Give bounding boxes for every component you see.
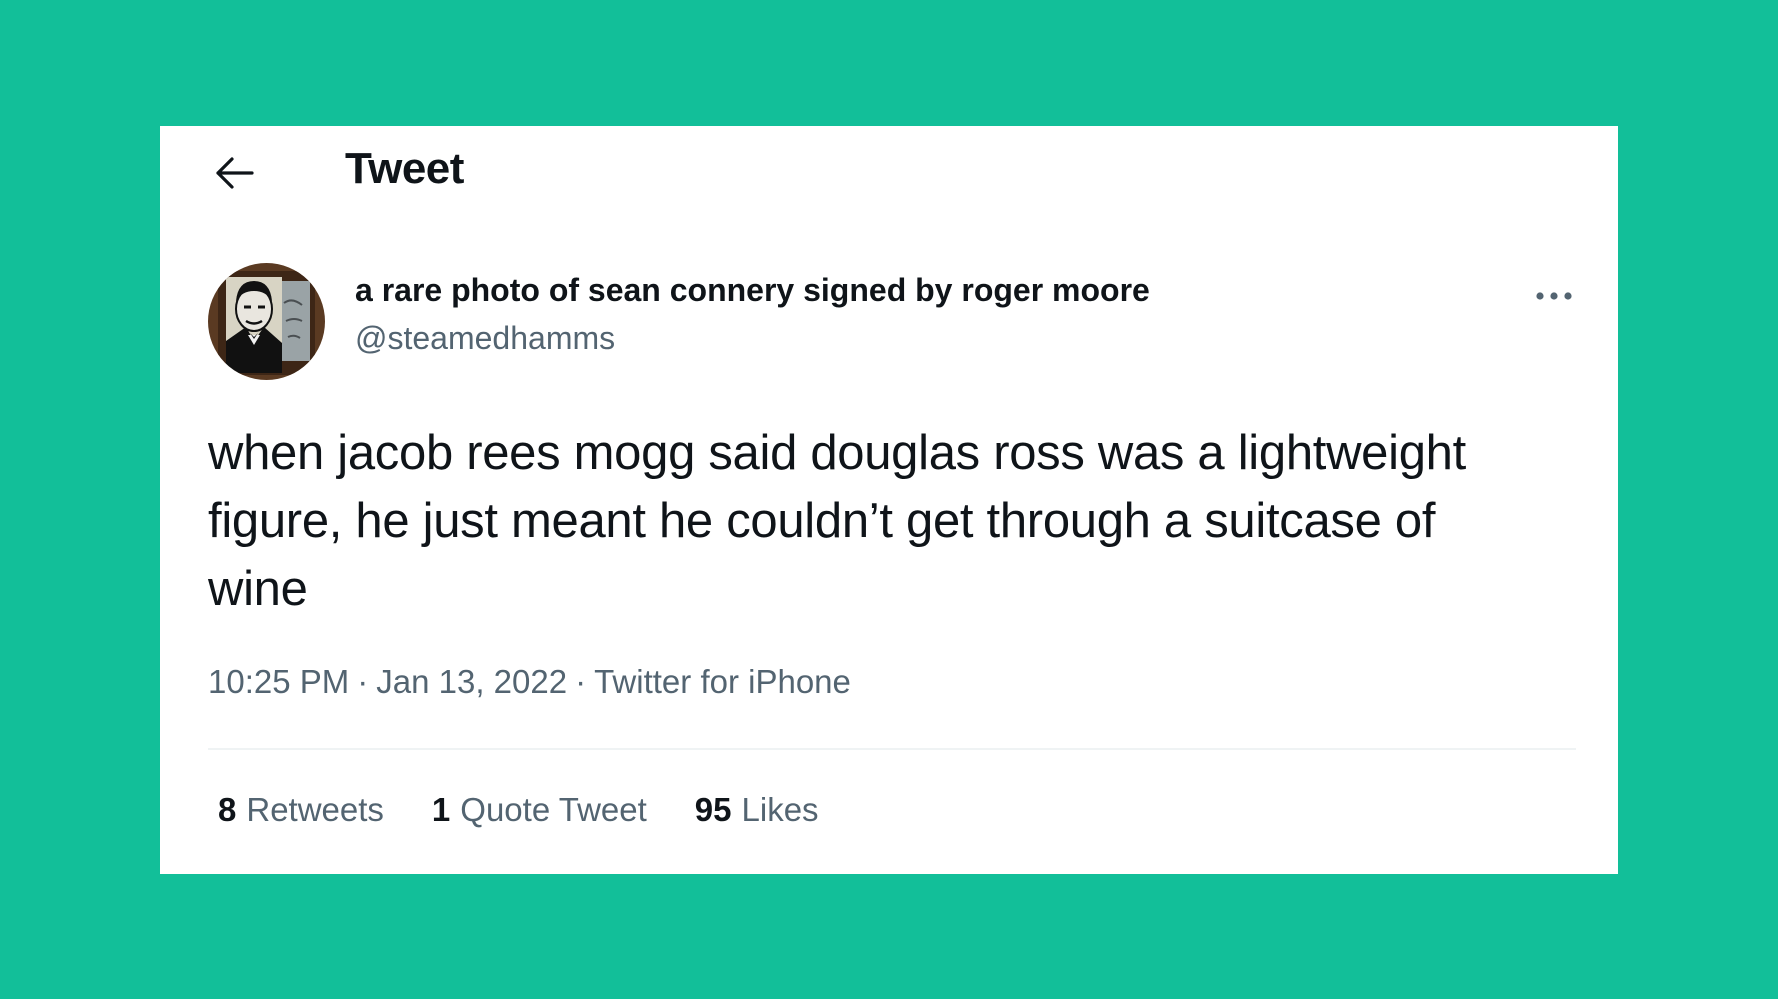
- arrow-left-icon: [216, 157, 254, 189]
- quote-tweets-label: Quote Tweet: [460, 791, 647, 828]
- page-title: Tweet: [345, 144, 464, 193]
- quote-tweets-stat[interactable]: 1 Quote Tweet: [432, 791, 647, 829]
- tweet-text: when jacob rees mogg said douglas ross w…: [208, 426, 1466, 616]
- tweet-time[interactable]: 10:25 PM: [208, 663, 349, 700]
- likes-label: Likes: [741, 791, 819, 828]
- retweets-stat[interactable]: 8 Retweets: [218, 791, 384, 829]
- avatar[interactable]: [208, 263, 325, 380]
- divider: [208, 748, 1576, 750]
- more-options-button[interactable]: [1530, 278, 1578, 314]
- meta-separator: ·: [575, 663, 587, 700]
- quote-tweets-count: 1: [431, 791, 451, 828]
- retweets-label: Retweets: [246, 791, 384, 828]
- meta-separator: ·: [357, 663, 369, 700]
- likes-count: 95: [694, 791, 732, 828]
- tweet-stats: 8 Retweets 1 Quote Tweet 95 Likes: [218, 791, 819, 829]
- retweets-count: 8: [218, 791, 237, 828]
- tweet-meta: 10:25 PM · Jan 13, 2022 · Twitter for iPhone: [208, 663, 851, 701]
- author-handle[interactable]: @steamedhamms: [355, 320, 615, 357]
- avatar-image: [208, 263, 325, 380]
- more-horizontal-icon: [1536, 292, 1572, 300]
- back-button[interactable]: [212, 150, 258, 196]
- tweet-card: Tweet a rare photo of sean connery signe…: [160, 126, 1618, 874]
- likes-stat[interactable]: 95 Likes: [695, 791, 819, 829]
- tweet-date[interactable]: Jan 13, 2022: [376, 663, 567, 700]
- author-display-name[interactable]: a rare photo of sean connery signed by r…: [355, 272, 1150, 309]
- tweet-source[interactable]: Twitter for iPhone: [594, 663, 851, 700]
